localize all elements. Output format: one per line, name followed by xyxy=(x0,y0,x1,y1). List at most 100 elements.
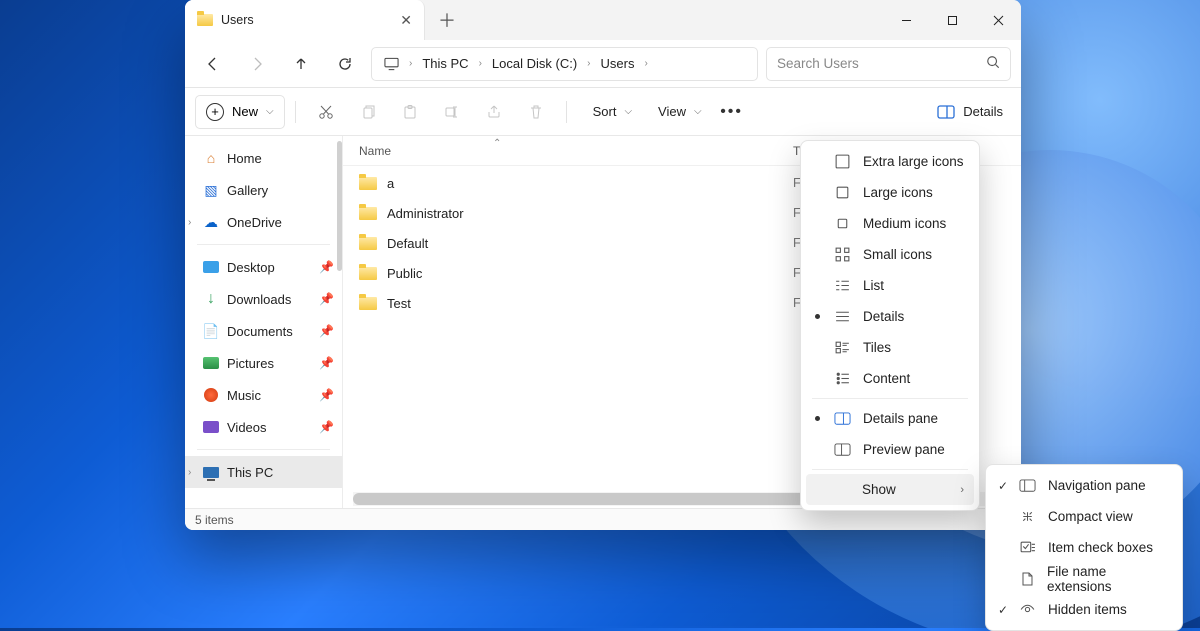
cut-button[interactable] xyxy=(306,95,346,129)
crumb-users[interactable]: Users xyxy=(595,52,641,75)
videos-icon xyxy=(203,419,219,435)
chevron-right-icon: › xyxy=(960,484,964,496)
crumb-local-disk[interactable]: Local Disk (C:) xyxy=(486,52,583,75)
sidebar-item-onedrive[interactable]: ›☁OneDrive xyxy=(185,206,342,238)
view-label: View xyxy=(658,104,686,119)
file-ext-icon xyxy=(1019,571,1035,587)
menu-compact-view[interactable]: Compact view xyxy=(991,501,1177,532)
gallery-icon: ▧ xyxy=(203,182,219,198)
download-icon: ↓ xyxy=(203,291,219,307)
menu-large-icons[interactable]: Large icons xyxy=(806,177,974,208)
search-placeholder: Search Users xyxy=(777,56,859,71)
menu-show[interactable]: Show› xyxy=(806,474,974,505)
navigation-pane: ⌂Home ▧Gallery ›☁OneDrive Desktop📌 ↓Down… xyxy=(185,136,343,508)
check-icon: ✓ xyxy=(998,603,1008,617)
back-button[interactable] xyxy=(195,46,231,82)
more-button[interactable]: ••• xyxy=(712,95,752,129)
pin-icon: 📌 xyxy=(319,324,334,338)
home-icon: ⌂ xyxy=(203,150,219,166)
pin-icon: 📌 xyxy=(319,292,334,306)
pin-icon: 📌 xyxy=(319,420,334,434)
delete-button[interactable] xyxy=(516,95,556,129)
chevron-down-icon: ⌵ xyxy=(624,106,632,117)
selected-bullet-icon xyxy=(815,314,820,319)
view-menu: Extra large icons Large icons Medium ico… xyxy=(800,140,980,511)
menu-details-pane[interactable]: Details pane xyxy=(806,403,974,434)
checkbox-icon xyxy=(1019,539,1036,556)
up-button[interactable] xyxy=(283,46,319,82)
forward-button[interactable] xyxy=(239,46,275,82)
navigation-bar: › This PC › Local Disk (C:) › Users › Se… xyxy=(185,40,1021,88)
selected-bullet-icon xyxy=(815,416,820,421)
check-icon: ✓ xyxy=(998,479,1008,493)
sidebar-item-gallery[interactable]: ▧Gallery xyxy=(185,174,342,206)
file-explorer-window: Users ✕ ＋ › This PC › Local Disk (C:) › … xyxy=(185,0,1021,530)
rename-button[interactable] xyxy=(432,95,472,129)
menu-file-extensions[interactable]: File name extensions xyxy=(991,563,1177,594)
folder-icon xyxy=(359,297,377,310)
sort-button[interactable]: Sort ⌵ xyxy=(577,95,640,129)
list-icon xyxy=(834,277,851,294)
refresh-button[interactable] xyxy=(327,46,363,82)
search-input[interactable]: Search Users xyxy=(766,47,1011,81)
expand-icon[interactable]: › xyxy=(188,217,191,228)
document-icon: 📄 xyxy=(203,323,219,339)
menu-list[interactable]: List xyxy=(806,270,974,301)
search-icon xyxy=(986,55,1000,72)
menu-small-icons[interactable]: Small icons xyxy=(806,239,974,270)
sidebar-item-videos[interactable]: Videos📌 xyxy=(185,411,342,443)
xl-icons-icon xyxy=(834,153,851,170)
cloud-icon: ☁ xyxy=(203,214,219,230)
new-button[interactable]: + New ⌵ xyxy=(195,95,285,129)
sidebar-item-documents[interactable]: 📄Documents📌 xyxy=(185,315,342,347)
new-label: New xyxy=(232,104,258,119)
address-bar[interactable]: › This PC › Local Disk (C:) › Users › xyxy=(371,47,758,81)
tiles-icon xyxy=(834,339,851,356)
menu-item-checkboxes[interactable]: Item check boxes xyxy=(991,532,1177,563)
view-button[interactable]: View ⌵ xyxy=(642,95,710,129)
pin-icon: 📌 xyxy=(319,260,334,274)
sidebar-item-this-pc[interactable]: ›This PC xyxy=(185,456,342,488)
close-window-button[interactable] xyxy=(975,0,1021,40)
menu-navigation-pane[interactable]: ✓Navigation pane xyxy=(991,470,1177,501)
paste-button[interactable] xyxy=(390,95,430,129)
menu-tiles[interactable]: Tiles xyxy=(806,332,974,363)
details-icon xyxy=(834,308,851,325)
status-count: 5 items xyxy=(195,513,234,527)
sort-label: Sort xyxy=(593,104,617,119)
sidebar-item-desktop[interactable]: Desktop📌 xyxy=(185,251,342,283)
music-icon xyxy=(203,387,219,403)
folder-icon xyxy=(359,177,377,190)
title-bar: Users ✕ ＋ xyxy=(185,0,1021,40)
maximize-button[interactable] xyxy=(929,0,975,40)
folder-icon xyxy=(359,237,377,250)
column-name[interactable]: Name xyxy=(353,144,623,158)
menu-content[interactable]: Content xyxy=(806,363,974,394)
sidebar-item-music[interactable]: Music📌 xyxy=(185,379,342,411)
pictures-icon xyxy=(203,355,219,371)
sort-indicator-icon: ⌃ xyxy=(493,138,501,149)
expand-icon[interactable]: › xyxy=(188,467,191,478)
menu-extra-large-icons[interactable]: Extra large icons xyxy=(806,146,974,177)
share-button[interactable] xyxy=(474,95,514,129)
menu-hidden-items[interactable]: ✓Hidden items xyxy=(991,594,1177,625)
desktop-icon xyxy=(203,259,219,275)
plus-circle-icon: + xyxy=(206,103,224,121)
pc-icon[interactable] xyxy=(378,53,405,75)
sidebar-item-home[interactable]: ⌂Home xyxy=(185,142,342,174)
menu-medium-icons[interactable]: Medium icons xyxy=(806,208,974,239)
menu-details[interactable]: Details xyxy=(806,301,974,332)
folder-icon xyxy=(359,207,377,220)
copy-button[interactable] xyxy=(348,95,388,129)
pc-icon xyxy=(203,464,219,480)
new-tab-button[interactable]: ＋ xyxy=(425,0,469,40)
tab-users[interactable]: Users ✕ xyxy=(185,0,425,40)
minimize-button[interactable] xyxy=(883,0,929,40)
compact-icon xyxy=(1019,508,1036,525)
details-toggle[interactable]: Details xyxy=(929,95,1011,129)
menu-preview-pane[interactable]: Preview pane xyxy=(806,434,974,465)
crumb-this-pc[interactable]: This PC xyxy=(416,52,474,75)
sidebar-item-downloads[interactable]: ↓Downloads📌 xyxy=(185,283,342,315)
sidebar-item-pictures[interactable]: Pictures📌 xyxy=(185,347,342,379)
close-tab-button[interactable]: ✕ xyxy=(400,12,412,29)
